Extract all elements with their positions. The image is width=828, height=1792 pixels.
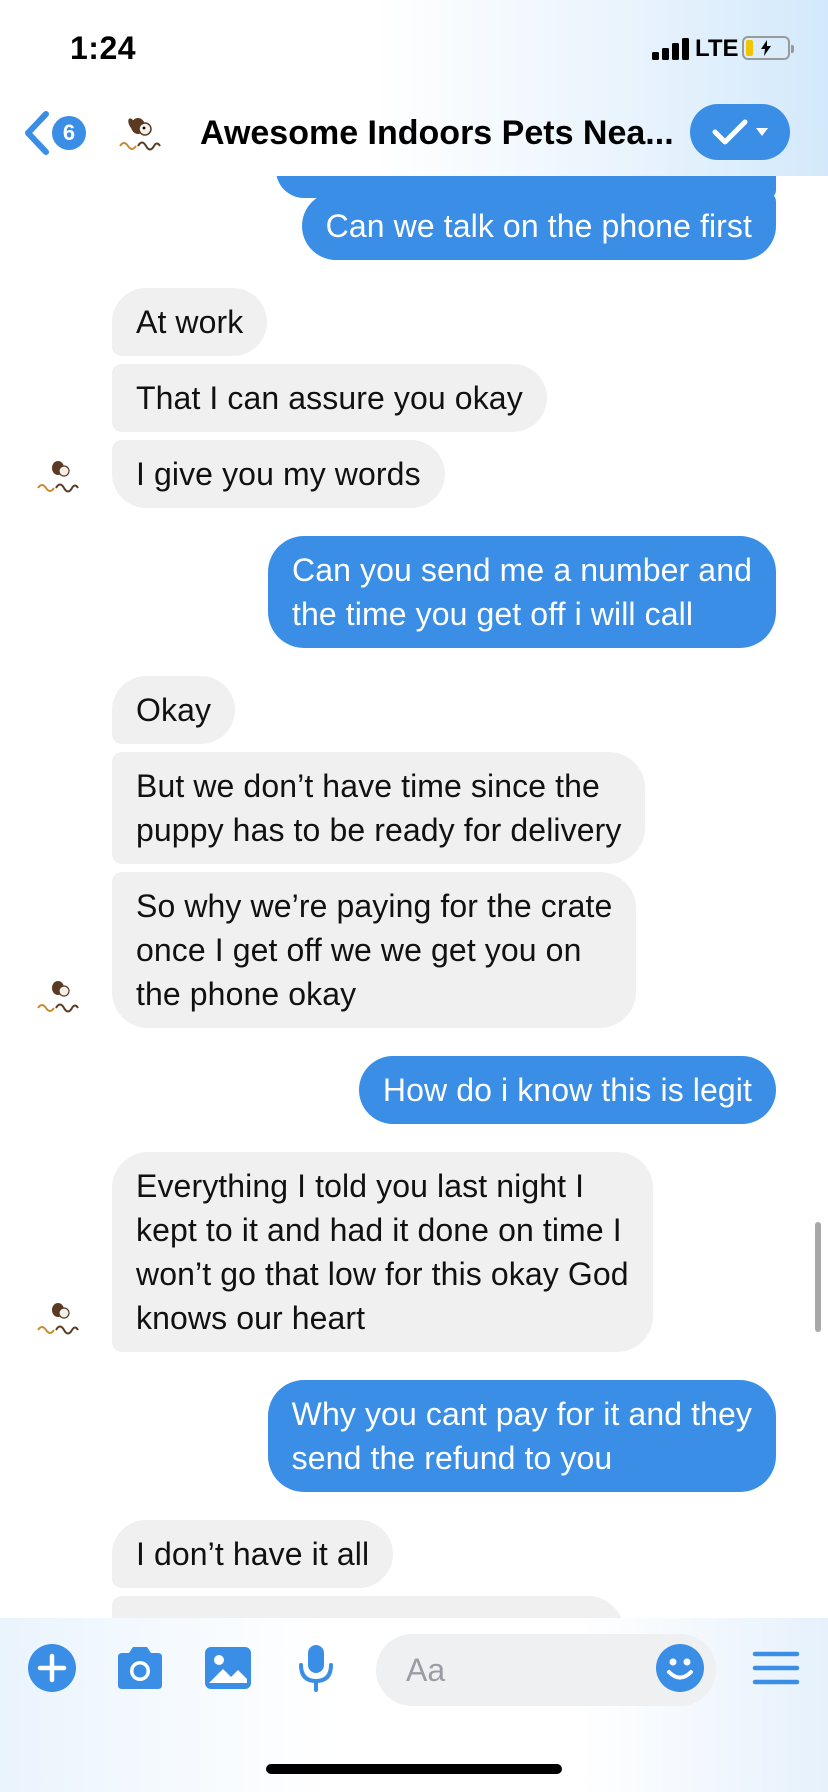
dogs-we-luv-logo: [37, 981, 79, 1013]
menu-icon[interactable]: [748, 1640, 804, 1696]
sender-avatar[interactable]: [28, 968, 92, 1032]
message-bubble-incoming[interactable]: But we don’t have time since the puppy h…: [112, 752, 646, 864]
message-bubble-incoming[interactable]: So why we’re paying for the crate once I…: [112, 872, 637, 1028]
message-bubble-outgoing[interactable]: Can you send me a number and the time yo…: [268, 536, 776, 648]
message-text: Okay: [136, 692, 212, 728]
message-bubble-incoming[interactable]: Okay: [112, 676, 236, 744]
status-time: 1:24: [70, 30, 137, 66]
sender-avatar[interactable]: [28, 448, 92, 512]
chevron-left-icon: [25, 111, 49, 155]
message-text-line: the time you get off i will call: [292, 596, 694, 632]
message-bubble-incoming[interactable]: That I can assure you okay: [112, 364, 547, 432]
composer-bar: [0, 1632, 828, 1712]
back-button[interactable]: 6: [22, 108, 92, 158]
message-text: At work: [136, 304, 244, 340]
message-text-line: kept to it and had it done on time I: [136, 1212, 622, 1248]
chat-header: 6 Awesome Indoors Pets Nea...: [0, 96, 828, 176]
scrollbar[interactable]: [815, 1222, 821, 1332]
message-bubble-incoming[interactable]: I give you my words: [112, 440, 445, 508]
message-text-line: Everything I told you last night I: [136, 1168, 585, 1204]
message-list[interactable]: Can we talk on the phone first At work T…: [0, 176, 828, 1618]
message-text-line: the phone okay: [136, 976, 357, 1012]
message-text: I give you my words: [136, 456, 421, 492]
message-bubble-incoming[interactable]: At work: [112, 288, 268, 356]
signal-strength-icon: [652, 38, 690, 60]
message-text-line: So why we’re paying for the crate: [136, 888, 613, 924]
message-text-line: knows our heart: [136, 1300, 366, 1336]
plus-icon[interactable]: [24, 1640, 80, 1696]
status-bar: 1:24 LTE: [0, 0, 828, 100]
message-text-line: once I get off we we get you on: [136, 932, 582, 968]
chat-title[interactable]: Awesome Indoors Pets Nea...: [200, 114, 680, 153]
checkmark-icon: [712, 119, 748, 145]
camera-icon[interactable]: [112, 1640, 168, 1696]
message-bubble-outgoing[interactable]: Why you cant pay for it and they send th…: [267, 1380, 776, 1492]
sender-avatar[interactable]: [28, 1290, 92, 1354]
caret-down-icon: [756, 128, 768, 136]
network-type: LTE: [695, 35, 739, 62]
photo-icon[interactable]: [200, 1640, 256, 1696]
message-bubble-incoming[interactable]: Everything I told you last night I kept …: [112, 1152, 653, 1352]
dogs-we-luv-logo: [37, 461, 79, 493]
message-text: That I can assure you okay: [136, 380, 523, 416]
message-text: Can we talk on the phone first: [325, 208, 752, 244]
emoji-icon[interactable]: [652, 1640, 708, 1696]
dogs-we-luv-logo: [37, 1303, 79, 1335]
message-text-line: Can you send me a number and: [292, 552, 752, 588]
message-text-line: won’t go that low for this okay God: [136, 1256, 629, 1292]
message-text: How do i know this is legit: [382, 1072, 752, 1108]
microphone-icon[interactable]: [288, 1640, 344, 1696]
message-text-line: send the refund to you: [291, 1440, 613, 1476]
message-bubble-outgoing[interactable]: How do i know this is legit: [358, 1056, 776, 1124]
message-text-line: Why you cant pay for it and they: [291, 1396, 752, 1432]
page-avatar[interactable]: [108, 104, 172, 168]
home-indicator[interactable]: [266, 1764, 562, 1774]
unread-count-badge: 6: [52, 116, 86, 150]
mark-done-button[interactable]: [690, 104, 790, 160]
dogs-we-luv-logo: [119, 118, 161, 151]
message-text: I don’t have it all: [136, 1536, 370, 1572]
message-bubble-incoming[interactable]: I don’t have it all: [112, 1520, 394, 1588]
message-bubble-incoming-partial: [112, 1596, 624, 1618]
message-text-line: But we don’t have time since the: [136, 768, 600, 804]
message-text-line: puppy has to be ready for delivery: [136, 812, 622, 848]
battery-icon: [742, 36, 794, 60]
message-bubble-outgoing[interactable]: Can we talk on the phone first: [301, 192, 776, 260]
